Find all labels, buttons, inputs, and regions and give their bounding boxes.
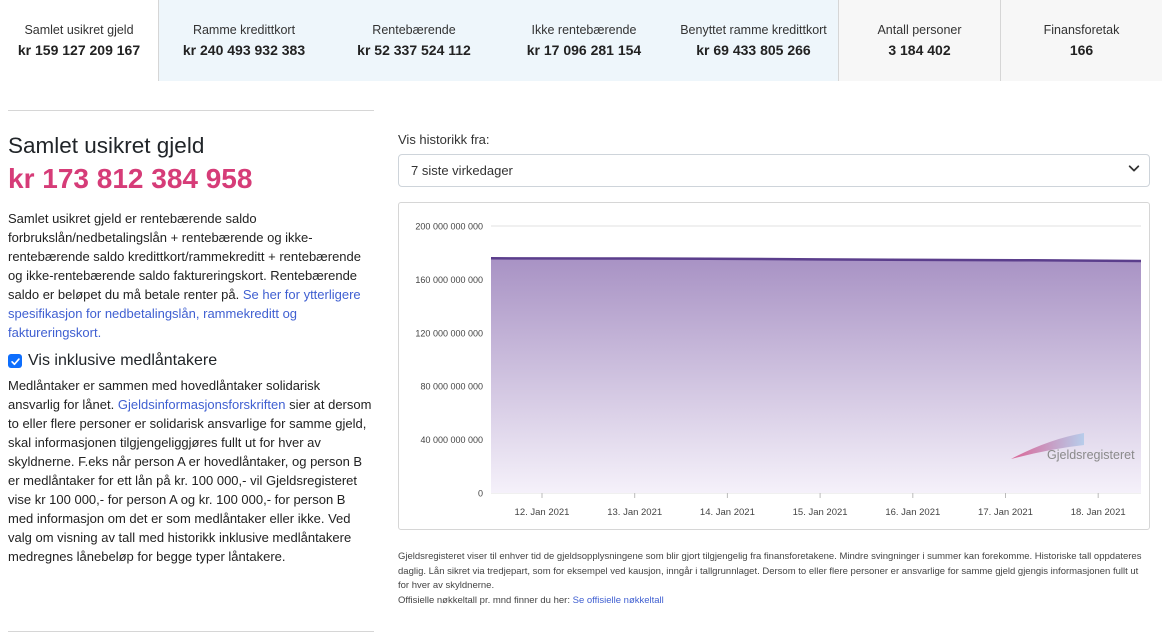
coborrower-description: Medlåntaker er sammen med hovedlåntaker …: [8, 376, 374, 566]
footnote-link-prefix: Offisielle nøkkeltall pr. mnd finner du …: [398, 594, 573, 606]
chevron-down-icon: [1127, 161, 1141, 180]
coborrower-checkbox-label: Vis inklusive medlåntakere: [28, 352, 218, 369]
stat-value: 166: [1069, 42, 1094, 58]
page-title: Samlet usikret gjeld: [8, 133, 205, 158]
stat-label: Rentebærende: [372, 23, 456, 37]
summary-description: Samlet usikret gjeld er rentebærende sal…: [8, 209, 374, 342]
y-tick-label: 80 000 000 000: [420, 382, 483, 392]
area-fill: [491, 258, 1141, 493]
history-chart: 200 000 000 000 160 000 000 000 120 000 00…: [398, 202, 1150, 530]
stat-benyttet-ramme-kredittkort[interactable]: Benyttet ramme kredittkort kr 69 433 805…: [669, 0, 838, 81]
history-panel: Vis historikk fra: 7 siste virkedager 20…: [398, 132, 1150, 606]
stat-label: Samlet usikret gjeld: [24, 23, 134, 37]
check-icon: [10, 357, 20, 365]
stat-ramme-kredittkort[interactable]: Ramme kredittkort kr 240 493 932 383: [159, 0, 329, 81]
stat-value: kr 52 337 524 112: [357, 42, 471, 58]
y-tick-label: 200 000 000 000: [415, 222, 483, 232]
total-value: kr 173 812 384 958: [8, 163, 253, 194]
x-tick-label: 15. Jan 2021: [793, 507, 848, 518]
y-tick-label: 0: [478, 489, 483, 499]
x-tick-label: 16. Jan 2021: [885, 507, 940, 518]
stats-bar: Samlet usikret gjeld kr 159 127 209 167 …: [0, 0, 1162, 81]
stat-value: kr 240 493 932 383: [182, 42, 306, 58]
stat-rentebaerende[interactable]: Rentebærende kr 52 337 524 112: [329, 0, 499, 81]
stat-samlet-usikret-gjeld[interactable]: Samlet usikret gjeld kr 159 127 209 167: [0, 0, 159, 81]
y-tick-label: 40 000 000 000: [420, 435, 483, 445]
stat-ikke-rentebaerende[interactable]: Ikke rentebærende kr 17 096 281 154: [499, 0, 669, 81]
stat-label: Ikke rentebærende: [531, 23, 637, 37]
stat-finansforetak[interactable]: Finansforetak 166: [1000, 0, 1162, 81]
stat-antall-personer[interactable]: Antall personer 3 184 402: [838, 0, 1000, 81]
footnote-text: Gjeldsregisteret viser til enhver tid de…: [398, 551, 1142, 591]
watermark-text: Gjeldsregisteret: [1047, 448, 1135, 462]
x-tick-label: 17. Jan 2021: [978, 507, 1033, 518]
area-chart: 200 000 000 000 160 000 000 000 120 000 00…: [415, 222, 1142, 518]
stat-label: Benyttet ramme kredittkort: [680, 23, 827, 37]
official-figures-link[interactable]: Se offisielle nøkkeltall: [573, 595, 664, 606]
stat-label: Finansforetak: [1043, 23, 1120, 37]
stat-value: kr 17 096 281 154: [526, 42, 642, 58]
x-tick-label: 14. Jan 2021: [700, 507, 755, 518]
history-select-value: 7 siste virkedager: [411, 163, 513, 178]
x-tick-label: 13. Jan 2021: [607, 507, 662, 518]
coborrower-checkbox[interactable]: [8, 354, 22, 368]
stat-value: kr 69 433 805 266: [696, 42, 811, 58]
divider: [8, 110, 374, 111]
stat-value: kr 159 127 209 167: [17, 42, 141, 58]
history-label: Vis historikk fra:: [398, 132, 490, 147]
chart-footnote: Gjeldsregisteret viser til enhver tid de…: [398, 550, 1150, 608]
stat-value: 3 184 402: [888, 42, 951, 58]
history-select[interactable]: 7 siste virkedager: [398, 154, 1150, 187]
divider: [8, 631, 374, 632]
coborrower-toggle[interactable]: Vis inklusive medlåntakere: [8, 352, 374, 370]
y-tick-label: 160 000 000 000: [415, 275, 483, 285]
x-tick-label: 12. Jan 2021: [515, 507, 570, 518]
stat-label: Ramme kredittkort: [192, 23, 296, 37]
x-tick-label: 18. Jan 2021: [1071, 507, 1126, 518]
y-tick-label: 120 000 000 000: [415, 328, 483, 338]
coborrower-text-after: sier at dersom to eller flere personer e…: [8, 397, 372, 564]
stat-label: Antall personer: [877, 23, 962, 37]
regulation-link[interactable]: Gjeldsinformasjonsforskriften: [118, 397, 286, 412]
summary-panel: Samlet usikret gjeld kr 173 812 384 958 …: [8, 110, 374, 566]
